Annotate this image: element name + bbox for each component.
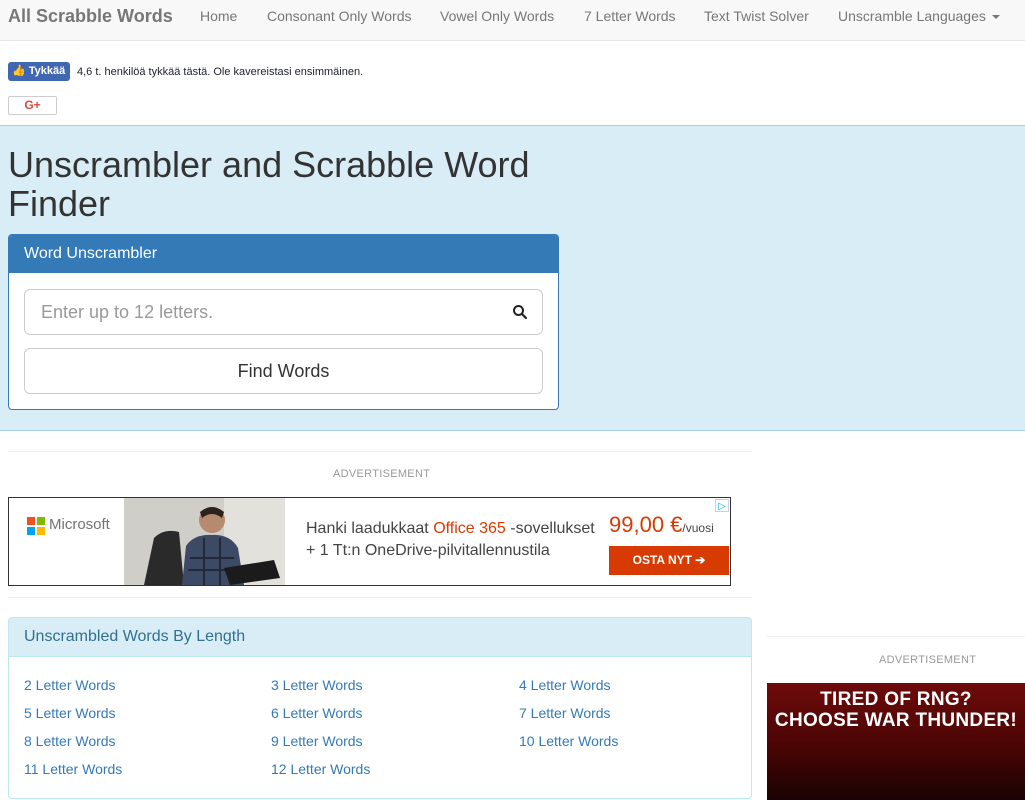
facebook-like-button[interactable]: 👍 Tykkää <box>8 62 71 81</box>
words-by-length-panel: Unscrambled Words By Length 2 Letter Wor… <box>8 617 752 799</box>
ad-copy-suffix: -sovellukset <box>505 520 595 537</box>
nav-unscramble-languages-label: Unscramble Languages <box>838 8 986 24</box>
caret-down-icon <box>991 15 1000 20</box>
microsoft-brand-text: Microsoft <box>49 516 110 533</box>
nav-text-twist-solver[interactable]: Text Twist Solver <box>704 8 809 24</box>
link-10-letter-words[interactable]: 10 Letter Words <box>519 733 618 749</box>
link-6-letter-words[interactable]: 6 Letter Words <box>271 705 363 721</box>
ad-copy-line2: + 1 Tt:n OneDrive-pilvitallennustila <box>306 542 550 559</box>
ad-copy-prefix: Hanki laadukkaat <box>306 520 434 537</box>
panel-title: Word Unscrambler <box>9 235 558 273</box>
link-5-letter-words[interactable]: 5 Letter Words <box>24 705 116 721</box>
navbar: All Scrabble Words Home Consonant Only W… <box>0 0 1025 41</box>
nav-home[interactable]: Home <box>200 8 237 24</box>
adchoices-icon[interactable]: ▷ <box>715 499 729 512</box>
advertisement-label: ADVERTISEMENT <box>879 654 977 666</box>
nav-unscramble-languages-dropdown[interactable]: Unscramble Languages <box>838 8 1000 24</box>
nav-vowel-only-words[interactable]: Vowel Only Words <box>440 8 554 24</box>
search-icon[interactable] <box>512 304 528 320</box>
link-12-letter-words[interactable]: 12 Letter Words <box>271 761 370 777</box>
facebook-like-label: Tykkää <box>28 65 66 77</box>
link-2-letter-words[interactable]: 2 Letter Words <box>24 677 116 693</box>
nav-7-letter-words[interactable]: 7 Letter Words <box>584 8 676 24</box>
advertisement-label: ADVERTISEMENT <box>333 468 431 480</box>
link-4-letter-words[interactable]: 4 Letter Words <box>519 677 611 693</box>
ad-price-unit: /vuosi <box>682 521 714 535</box>
microsoft-ad-banner[interactable]: Microsoft Hanki laadukkaat Office 365 -s… <box>8 497 731 586</box>
facebook-like-count-text: 4,6 t. henkilöä tykkää tästä. Ole kavere… <box>77 66 364 78</box>
ad-photo-man-with-laptop <box>124 498 285 585</box>
divider <box>8 597 752 598</box>
microsoft-logo-icon <box>27 517 45 535</box>
page-title: Unscrambler and Scrabble Word Finder <box>8 144 530 224</box>
war-thunder-ad-line2: CHOOSE WAR THUNDER! <box>774 710 1018 731</box>
war-thunder-ad-line1: TIRED OF RNG? <box>820 689 972 710</box>
google-plus-button[interactable]: G+ <box>8 96 57 115</box>
ad-copy: Hanki laadukkaat Office 365 -sovellukset… <box>306 518 595 562</box>
find-words-button[interactable]: Find Words <box>24 348 543 394</box>
divider <box>767 636 1025 637</box>
link-11-letter-words[interactable]: 11 Letter Words <box>24 761 122 777</box>
war-thunder-ad-text: TIRED OF RNG? CHOOSE WAR THUNDER! <box>767 689 1025 731</box>
word-unscrambler-panel: Word Unscrambler Find Words <box>8 234 559 410</box>
link-9-letter-words[interactable]: 9 Letter Words <box>271 733 363 749</box>
ad-buy-now-button[interactable]: OSTA NYT ➔ <box>609 546 729 575</box>
thumbs-up-icon: 👍 <box>12 65 26 77</box>
ad-price-value: 99,00 € <box>609 512 683 537</box>
divider <box>8 451 752 452</box>
link-8-letter-words[interactable]: 8 Letter Words <box>24 733 116 749</box>
nav-consonant-only-words[interactable]: Consonant Only Words <box>267 8 411 24</box>
search-box <box>24 289 543 335</box>
brand-link[interactable]: All Scrabble Words <box>8 6 173 26</box>
link-7-letter-words[interactable]: 7 Letter Words <box>519 705 611 721</box>
war-thunder-ad-banner[interactable]: TIRED OF RNG? CHOOSE WAR THUNDER! <box>767 683 1025 800</box>
ad-price: 99,00 €/vuosi <box>609 512 714 541</box>
ad-copy-highlight: Office 365 <box>433 520 506 537</box>
words-by-length-title: Unscrambled Words By Length <box>9 618 751 657</box>
letters-search-input[interactable] <box>25 290 495 334</box>
link-3-letter-words[interactable]: 3 Letter Words <box>271 677 363 693</box>
